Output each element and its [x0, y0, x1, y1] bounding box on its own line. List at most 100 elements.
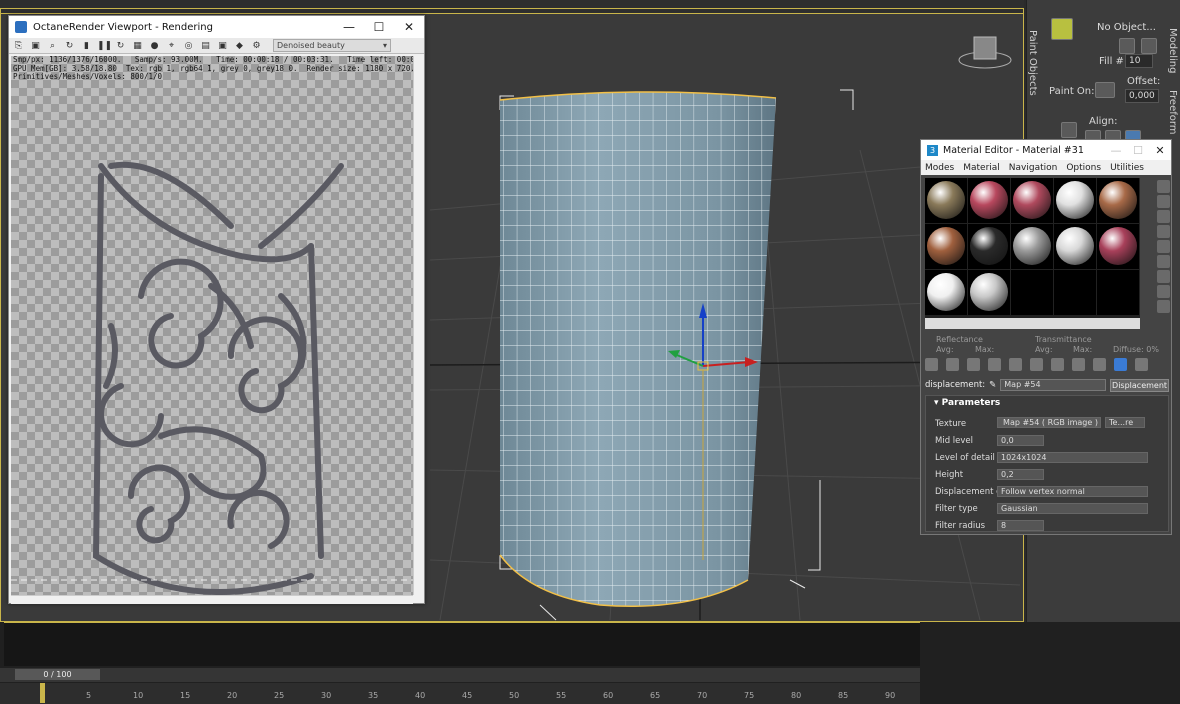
color-icon[interactable]: ● — [148, 40, 161, 52]
material-slot[interactable] — [1097, 270, 1139, 315]
go-forward-sibling-icon[interactable] — [1135, 358, 1148, 371]
align-checkbox-icon[interactable] — [1061, 122, 1077, 138]
pick-tool-icon[interactable] — [1141, 38, 1157, 54]
lod-dropdown[interactable]: 1024x1024 — [997, 452, 1148, 463]
eyedropper-icon[interactable]: ✎ — [989, 380, 996, 390]
material-slot[interactable] — [968, 178, 1010, 223]
object-dropdown[interactable]: No Object... — [1097, 22, 1156, 33]
backlight-icon[interactable] — [1157, 195, 1170, 208]
octane-titlebar[interactable]: OctaneRender Viewport - Rendering — ☐ ✕ — [9, 16, 424, 38]
mini-listener[interactable] — [4, 622, 920, 666]
material-slot[interactable] — [1097, 224, 1139, 269]
sample-type-icon[interactable] — [1157, 180, 1170, 193]
timeline-playhead[interactable] — [40, 683, 45, 703]
reload-icon[interactable]: ↻ — [114, 40, 127, 52]
menu-material[interactable]: Material — [963, 163, 1000, 173]
render-horizontal-scrollbar[interactable] — [11, 595, 413, 604]
material-navigator-icon[interactable] — [1157, 300, 1170, 313]
me-close-button[interactable]: ✕ — [1149, 144, 1171, 157]
pause-icon[interactable]: ❚❚ — [97, 40, 112, 52]
render-mode-dropdown[interactable]: Denoised beauty — [273, 39, 391, 52]
settings-gear-icon[interactable]: ⚙ — [250, 40, 263, 52]
close-button[interactable]: ✕ — [394, 20, 424, 34]
put-to-library-icon[interactable] — [1030, 358, 1043, 371]
zoom-icon[interactable]: ⌕ — [46, 40, 59, 52]
tab-modeling[interactable]: Modeling — [1167, 28, 1178, 74]
make-unique-icon[interactable] — [1009, 358, 1022, 371]
frame-indicator[interactable]: 0 / 100 — [15, 669, 100, 680]
octane-render-window[interactable]: OctaneRender Viewport - Rendering — ☐ ✕ … — [8, 15, 425, 604]
material-icon[interactable]: ◆ — [233, 40, 246, 52]
region-icon[interactable]: ▦ — [131, 40, 144, 52]
focus-icon[interactable]: ◎ — [182, 40, 195, 52]
show-end-result-icon[interactable] — [1093, 358, 1106, 371]
select-by-material-icon[interactable] — [1157, 285, 1170, 298]
go-to-parent-icon[interactable] — [1114, 358, 1127, 371]
paint-tool-icon[interactable] — [1119, 38, 1135, 54]
copy-icon[interactable]: ⎘ — [12, 40, 25, 52]
timeline-ruler[interactable]: 5 10 15 20 25 30 35 40 45 50 55 60 65 70 75 80 85 90 — [0, 683, 920, 704]
material-slot[interactable] — [925, 270, 967, 315]
fill-spinner[interactable]: 10 — [1125, 54, 1153, 68]
material-slot[interactable] — [1054, 178, 1096, 223]
paint-on-dropdown[interactable] — [1095, 82, 1115, 98]
reset-map-icon[interactable] — [988, 358, 1001, 371]
displacement-direction-dropdown[interactable]: Follow vertex normal — [997, 486, 1148, 497]
material-slot[interactable] — [968, 224, 1010, 269]
maximize-button[interactable]: ☐ — [364, 20, 394, 34]
material-slot[interactable] — [1011, 224, 1053, 269]
material-slot[interactable] — [1054, 270, 1096, 315]
time-slider[interactable]: 0 / 100 — [0, 668, 920, 682]
camera-icon[interactable]: ▣ — [216, 40, 229, 52]
render-output[interactable]: Smp/px: 1136/1376/16000. Samp/s: 93.00M.… — [11, 56, 413, 595]
material-slot[interactable] — [1011, 270, 1053, 315]
lock-icon[interactable]: ▮ — [80, 40, 93, 52]
texture-map-button[interactable]: Map #54 ( RGB image ) — [997, 417, 1101, 428]
save-icon[interactable]: ▣ — [29, 40, 42, 52]
material-editor-titlebar[interactable]: 3 Material Editor - Material #31 — ☐ ✕ — [921, 140, 1171, 160]
filter-radius-spinner[interactable]: 8 — [997, 520, 1044, 531]
material-slot[interactable] — [1011, 178, 1053, 223]
minimize-button[interactable]: — — [334, 20, 364, 34]
show-shaded-icon[interactable] — [1072, 358, 1085, 371]
tab-paint-objects[interactable]: Paint Objects — [1027, 30, 1038, 96]
material-slot[interactable] — [968, 270, 1010, 315]
background-icon[interactable] — [1157, 210, 1170, 223]
lut-icon[interactable]: ▤ — [199, 40, 212, 52]
material-slot[interactable] — [1097, 178, 1139, 223]
options-icon[interactable] — [1157, 270, 1170, 283]
offset-spinner[interactable]: 0,000 — [1125, 89, 1159, 103]
filter-type-dropdown[interactable]: Gaussian — [997, 503, 1148, 514]
material-slot[interactable] — [925, 178, 967, 223]
map-select-dropdown[interactable]: Map #54 — [1000, 379, 1107, 391]
texture-type-dropdown[interactable]: Te...re — [1105, 417, 1145, 428]
sample-uv-icon[interactable] — [1157, 225, 1170, 238]
material-slot[interactable] — [1054, 224, 1096, 269]
menu-modes[interactable]: Modes — [925, 163, 954, 173]
me-maximize-button[interactable]: ☐ — [1127, 144, 1149, 157]
parameters-title[interactable]: ▾ Parameters — [926, 396, 1168, 410]
restart-icon[interactable]: ↻ — [63, 40, 76, 52]
pick-icon[interactable]: ⌖ — [165, 40, 178, 52]
video-color-icon[interactable] — [1157, 240, 1170, 253]
assign-material-icon[interactable] — [967, 358, 980, 371]
paint-brush-icon[interactable] — [1051, 18, 1073, 40]
slots-scrollbar[interactable] — [925, 318, 1140, 329]
make-preview-icon[interactable] — [1157, 255, 1170, 268]
get-material-icon[interactable] — [925, 358, 938, 371]
material-slot[interactable] — [925, 224, 967, 269]
me-minimize-button[interactable]: — — [1105, 144, 1127, 157]
menu-navigation[interactable]: Navigation — [1009, 163, 1058, 173]
menu-utilities[interactable]: Utilities — [1110, 163, 1144, 173]
material-id-icon[interactable] — [1051, 358, 1064, 371]
material-editor-window[interactable]: 3 Material Editor - Material #31 — ☐ ✕ M… — [920, 139, 1172, 535]
put-to-scene-icon[interactable] — [946, 358, 959, 371]
menu-options[interactable]: Options — [1066, 163, 1101, 173]
height-spinner[interactable]: 0,2 — [997, 469, 1044, 480]
timeline-tick: 60 — [603, 691, 614, 700]
render-vertical-scrollbar[interactable] — [413, 56, 424, 595]
midlevel-spinner[interactable]: 0,0 — [997, 435, 1044, 446]
timeline-tick: 70 — [697, 691, 708, 700]
displacement-button[interactable]: Displacement — [1110, 378, 1169, 392]
tab-freeform[interactable]: Freeform — [1167, 90, 1178, 135]
